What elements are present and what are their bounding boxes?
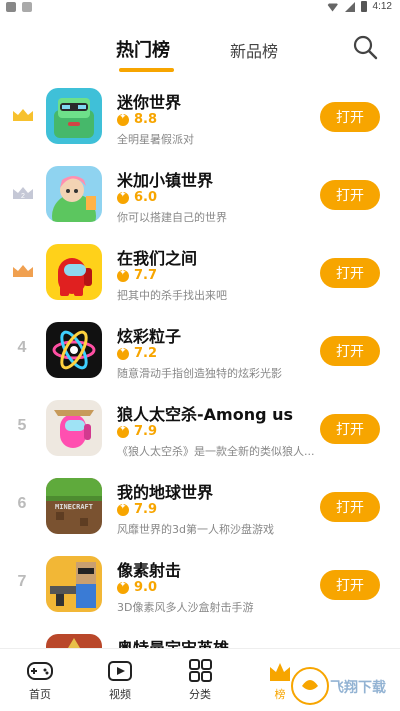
app-description: 3D像素风多人沙盒射击手游 — [117, 601, 254, 614]
app-name: 米加小镇世界 — [117, 171, 214, 190]
app-description: 《狼人太空杀》是一款全新的类似狼人... — [117, 445, 315, 458]
watermark: 飞翔下载 — [280, 660, 400, 711]
bronze-crown-icon — [13, 265, 33, 277]
app-name: 在我们之间 — [117, 249, 198, 268]
tab-new-ranking[interactable]: 新品榜 — [230, 38, 278, 62]
svg-text:MINECRAFT: MINECRAFT — [55, 503, 93, 511]
nav-video[interactable]: 视频 — [90, 659, 150, 702]
status-indicators: 4:12 — [326, 1, 392, 12]
app-name: 奥特曼宇宙英雄 — [117, 635, 229, 648]
open-button[interactable]: 打开 — [320, 414, 380, 444]
signal-icon — [344, 1, 355, 12]
nav-home[interactable]: 首页 — [10, 659, 70, 702]
star-icon — [117, 424, 129, 438]
video-play-icon — [108, 661, 132, 681]
open-button[interactable]: 打开 — [320, 492, 380, 522]
star-icon — [117, 580, 129, 594]
list-item[interactable]: 2 米加小镇世界 6.0 你可以搭建自己的世界 打开 — [0, 156, 400, 234]
star-icon — [117, 502, 129, 516]
app-description: 风靡世界的3d第一人称沙盘游戏 — [117, 523, 274, 536]
app-score: 8.8 — [117, 112, 157, 127]
open-button[interactable]: 打开 — [320, 570, 380, 600]
status-bar: 4:12 — [0, 0, 400, 16]
star-icon — [117, 190, 129, 204]
list-item[interactable]: 7 像素射击 9.0 3D像素风多人沙盒射击手游 打开 — [0, 546, 400, 624]
notification-icon — [22, 2, 32, 12]
pixel-gun-icon — [46, 556, 102, 612]
app-description: 你可以搭建自己的世界 — [117, 211, 227, 224]
notification-icon — [6, 2, 16, 12]
gold-crown-icon — [13, 109, 33, 121]
minecraft-icon: MINECRAFT — [46, 478, 102, 534]
status-notifications — [6, 2, 32, 12]
rank-number: 4 — [17, 339, 27, 356]
app-icon[interactable] — [46, 88, 102, 144]
app-description: 把其中的杀手找出来吧 — [117, 289, 227, 302]
list-item[interactable]: 5 狼人太空杀-Among us 7.9 《狼人太空杀》是一款全新的类似狼人..… — [0, 390, 400, 468]
svg-text:2: 2 — [21, 193, 25, 200]
particles-icon — [46, 322, 102, 378]
app-icon[interactable] — [46, 634, 102, 648]
ranking-list: 迷你世界 8.8 全明星暑假派对 打开 2 米加小镇世界 — [0, 78, 400, 648]
search-icon[interactable] — [352, 34, 378, 60]
silver-crown-icon: 2 — [13, 187, 33, 200]
header: 热门榜 新品榜 — [0, 16, 400, 78]
list-item[interactable]: 在我们之间 7.7 把其中的杀手找出来吧 打开 — [0, 234, 400, 312]
among-us-space-icon — [46, 400, 102, 456]
app-icon[interactable] — [46, 556, 102, 612]
list-item[interactable]: 迷你世界 8.8 全明星暑假派对 打开 — [0, 78, 400, 156]
app-score: 7.9 — [117, 424, 157, 439]
watermark-text: 飞翔下载 — [330, 679, 386, 696]
list-item[interactable]: 6 MINECRAFT 我的地球世界 7.9 风靡世界的3d第一人称沙盘游戏 打… — [0, 468, 400, 546]
rank-number: 6 — [17, 495, 27, 512]
app-icon[interactable] — [46, 244, 102, 300]
rank-number: 5 — [17, 417, 27, 434]
app-name: 像素射击 — [117, 561, 182, 580]
watermark-logo: 飞翔下载 — [291, 667, 386, 705]
open-button[interactable]: 打开 — [320, 336, 380, 366]
status-time: 4:12 — [372, 1, 392, 12]
star-icon — [117, 112, 129, 126]
star-icon — [117, 346, 129, 360]
app-description: 随意滑动手指创造独特的炫彩光影 — [117, 367, 282, 380]
open-button[interactable]: 打开 — [320, 180, 380, 210]
tab-hot-ranking[interactable]: 热门榜 — [116, 36, 170, 62]
open-button[interactable]: 打开 — [320, 258, 380, 288]
app-score: 9.0 — [117, 580, 157, 595]
nav-category[interactable]: 分类 — [170, 659, 230, 702]
rank-number: 7 — [17, 573, 27, 590]
battery-icon — [360, 1, 367, 12]
app-name: 迷你世界 — [117, 93, 182, 112]
app-icon[interactable]: MINECRAFT — [46, 478, 102, 534]
ultraman-icon — [46, 634, 102, 648]
gamepad-icon — [27, 662, 53, 680]
app-icon[interactable] — [46, 400, 102, 456]
wifi-icon — [326, 3, 339, 12]
open-button[interactable]: 打开 — [320, 102, 380, 132]
app-icon[interactable] — [46, 166, 102, 222]
app-score: 7.2 — [117, 346, 157, 361]
app-score: 6.0 — [117, 190, 157, 205]
list-item[interactable]: 4 炫彩粒子 7.2 随意滑动手指创造独特的炫彩光影 打开 — [0, 312, 400, 390]
app-score: 7.9 — [117, 502, 157, 517]
among-us-icon — [46, 244, 102, 300]
app-name: 我的地球世界 — [117, 483, 214, 502]
app-icon[interactable] — [46, 322, 102, 378]
miga-town-icon — [46, 166, 102, 222]
active-tab-indicator — [119, 68, 174, 72]
app-name: 狼人太空杀-Among us — [117, 405, 294, 424]
app-description: 全明星暑假派对 — [117, 133, 194, 146]
mini-world-icon — [46, 88, 102, 144]
list-item[interactable]: 奥特曼宇宙英雄 — [0, 624, 400, 648]
app-name: 炫彩粒子 — [117, 327, 182, 346]
app-score: 7.7 — [117, 268, 157, 283]
star-icon — [117, 268, 129, 282]
grid-icon — [189, 659, 212, 682]
